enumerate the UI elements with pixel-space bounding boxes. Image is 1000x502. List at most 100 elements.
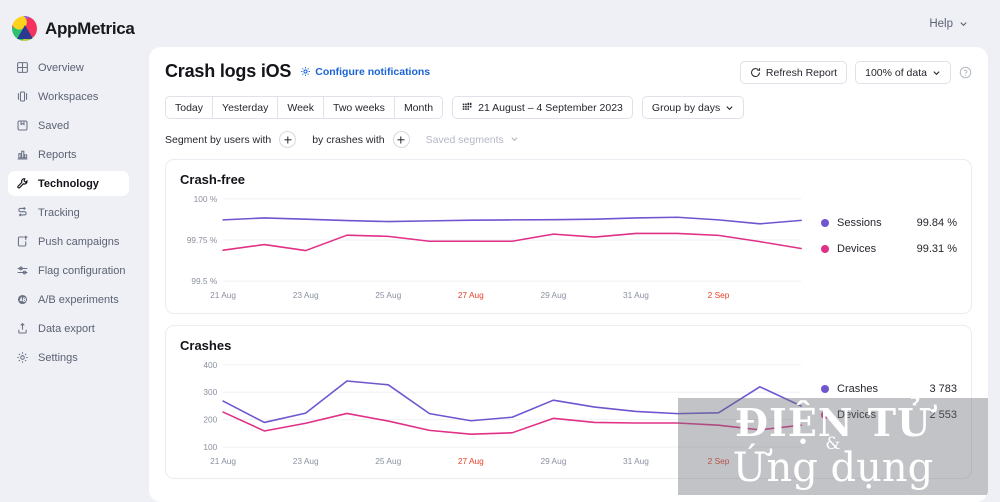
crashes-card: Crashes 100 200 300 400 21 Aug 23 Aug 25 Aug 27… — [165, 324, 972, 480]
brand-name: AppMetrica — [45, 18, 135, 38]
refresh-report-label: Refresh Report — [765, 66, 838, 79]
help-menu[interactable]: Help — [929, 18, 968, 30]
legend-label-sessions: Sessions — [837, 217, 882, 229]
sidebar-item-label: Data export — [38, 322, 95, 335]
segment-bar: Segment by users with by crashes with Sa… — [165, 131, 972, 148]
crash-free-svg: 99.5 % 99.75 % 100 % 21 Aug 23 Aug 25 Aug 27 A… — [187, 194, 802, 300]
legend-label-devices: Devices — [837, 243, 877, 255]
legend-value-crashes: 3 783 — [929, 382, 957, 395]
sidebar-item-label: Reports — [38, 148, 77, 161]
sidebar-item-workspaces[interactable]: Workspaces — [8, 84, 129, 109]
chevron-down-icon — [725, 103, 734, 112]
content-panel: Crash logs iOS Configure notifications R… — [149, 47, 988, 502]
sidebar-item-reports[interactable]: Reports — [8, 142, 129, 167]
configure-link-label: Configure notifications — [315, 65, 431, 78]
page-title: Crash logs iOS — [165, 61, 292, 81]
crashes-svg: 100 200 300 400 21 Aug 23 Aug 25 Aug 27 Aug 29 A… — [203, 359, 802, 465]
workspaces-icon — [16, 90, 29, 103]
calendar-icon — [462, 102, 473, 113]
svg-text:200: 200 — [203, 414, 217, 424]
legend-value-devices: 2 553 — [929, 408, 957, 421]
sidebar-item-technology[interactable]: Technology — [8, 171, 129, 196]
date-range-picker[interactable]: 21 August – 4 September 2023 — [452, 96, 633, 119]
tab-two-weeks[interactable]: Two weeks — [324, 97, 395, 118]
legend-item-sessions[interactable]: Sessions 99.84 % — [821, 217, 957, 229]
tab-yesterday[interactable]: Yesterday — [213, 97, 279, 118]
svg-text:2 Sep: 2 Sep — [708, 455, 730, 465]
top-bar: Help — [137, 0, 1000, 47]
group-by-dropdown[interactable]: Group by days — [641, 96, 745, 119]
crashes-chart: 100 200 300 400 21 Aug 23 Aug 25 Aug 27 Aug 29 A… — [180, 357, 957, 473]
sidebar-item-overview[interactable]: Overview — [8, 55, 129, 80]
help-label: Help — [929, 17, 953, 30]
svg-text:99.75 %: 99.75 % — [187, 235, 218, 245]
legend-label-devices: Devices — [837, 408, 877, 421]
tab-week[interactable]: Week — [278, 97, 324, 118]
sidebar-item-label: Overview — [38, 61, 84, 74]
add-user-segment-button[interactable] — [279, 131, 297, 148]
legend-dot-devices — [821, 245, 829, 253]
app-root: AppMetrica Overview Workspaces Saved Rep… — [0, 0, 1000, 502]
crash-free-card: Crash-free 99.5 % 99.75 % 100 % 21 Aug 23 Au… — [165, 159, 972, 314]
sidebar-item-push-campaigns[interactable]: Push campaigns — [8, 229, 129, 254]
crashes-plot[interactable]: 100 200 300 400 21 Aug 23 Aug 25 Aug 27 Aug 29 A… — [180, 357, 807, 473]
sidebar-item-saved[interactable]: Saved — [8, 113, 129, 138]
data-sampling-dropdown[interactable]: 100% of data — [855, 61, 951, 84]
legend-item-devices[interactable]: Devices 2 553 — [821, 409, 957, 421]
legend-dot-crashes — [821, 384, 829, 393]
chevron-down-icon — [932, 68, 941, 77]
segment-by-users-group: Segment by users with — [165, 131, 297, 148]
legend-label-crashes: Crashes — [837, 382, 878, 395]
legend-item-devices[interactable]: Devices 99.31 % — [821, 243, 957, 255]
sidebar-item-ab-experiments[interactable]: A/B experiments — [8, 287, 129, 312]
chevron-down-icon — [959, 19, 968, 28]
svg-text:23 Aug: 23 Aug — [293, 290, 319, 300]
svg-text:21 Aug: 21 Aug — [210, 290, 236, 300]
sidebar-item-label: Workspaces — [38, 90, 99, 103]
svg-text:23 Aug: 23 Aug — [293, 455, 319, 465]
sidebar-item-label: Settings — [38, 351, 78, 364]
svg-text:29 Aug: 29 Aug — [540, 290, 566, 300]
question-circle-icon[interactable] — [959, 66, 972, 79]
tab-month[interactable]: Month — [395, 97, 442, 118]
tab-today[interactable]: Today — [166, 97, 214, 118]
sidebar-item-data-export[interactable]: Data export — [8, 316, 129, 341]
legend-dot-devices — [821, 410, 829, 419]
svg-text:300: 300 — [203, 387, 217, 397]
brand[interactable]: AppMetrica — [0, 8, 137, 55]
sidebar-item-tracking[interactable]: Tracking — [8, 200, 129, 225]
svg-text:31 Aug: 31 Aug — [623, 455, 649, 465]
date-range-label: 21 August – 4 September 2023 — [478, 101, 623, 114]
svg-text:27 Aug: 27 Aug — [458, 290, 484, 300]
data-sampling-label: 100% of data — [865, 66, 927, 79]
bookmark-square-icon — [16, 119, 29, 132]
legend-item-crashes[interactable]: Crashes 3 783 — [821, 383, 957, 395]
crash-free-plot[interactable]: 99.5 % 99.75 % 100 % 21 Aug 23 Aug 25 Aug 27 A… — [180, 191, 807, 307]
svg-text:25 Aug: 25 Aug — [375, 290, 401, 300]
sidebar-item-label: Push campaigns — [38, 235, 120, 248]
configure-notifications-link[interactable]: Configure notifications — [300, 66, 430, 78]
svg-text:25 Aug: 25 Aug — [375, 455, 401, 465]
saved-segments-label: Saved segments — [425, 133, 504, 146]
refresh-report-button[interactable]: Refresh Report — [739, 61, 848, 84]
svg-text:27 Aug: 27 Aug — [458, 455, 484, 465]
sidebar-item-label: Flag configuration — [38, 264, 126, 277]
tracking-arrows-icon — [16, 206, 29, 219]
segment-by-users-label: Segment by users with — [165, 133, 272, 146]
sliders-icon — [16, 264, 29, 277]
sidebar-item-label: A/B experiments — [38, 293, 119, 306]
svg-text:99.5 %: 99.5 % — [191, 276, 217, 286]
saved-segments-dropdown[interactable]: Saved segments — [426, 134, 519, 146]
grid-icon — [16, 61, 29, 74]
legend-dot-sessions — [821, 219, 829, 227]
add-crash-segment-button[interactable] — [392, 131, 410, 148]
crashes-title: Crashes — [180, 337, 232, 353]
legend-value-devices: 99.31 % — [916, 243, 957, 255]
sidebar-item-settings[interactable]: Settings — [8, 345, 129, 370]
appmetrica-logo-icon — [12, 16, 37, 41]
push-upload-icon — [16, 235, 29, 248]
ab-circle-icon — [16, 293, 29, 306]
sidebar-item-flag-configuration[interactable]: Flag configuration — [8, 258, 129, 283]
gear-icon — [300, 66, 311, 77]
wrench-icon — [16, 177, 29, 190]
